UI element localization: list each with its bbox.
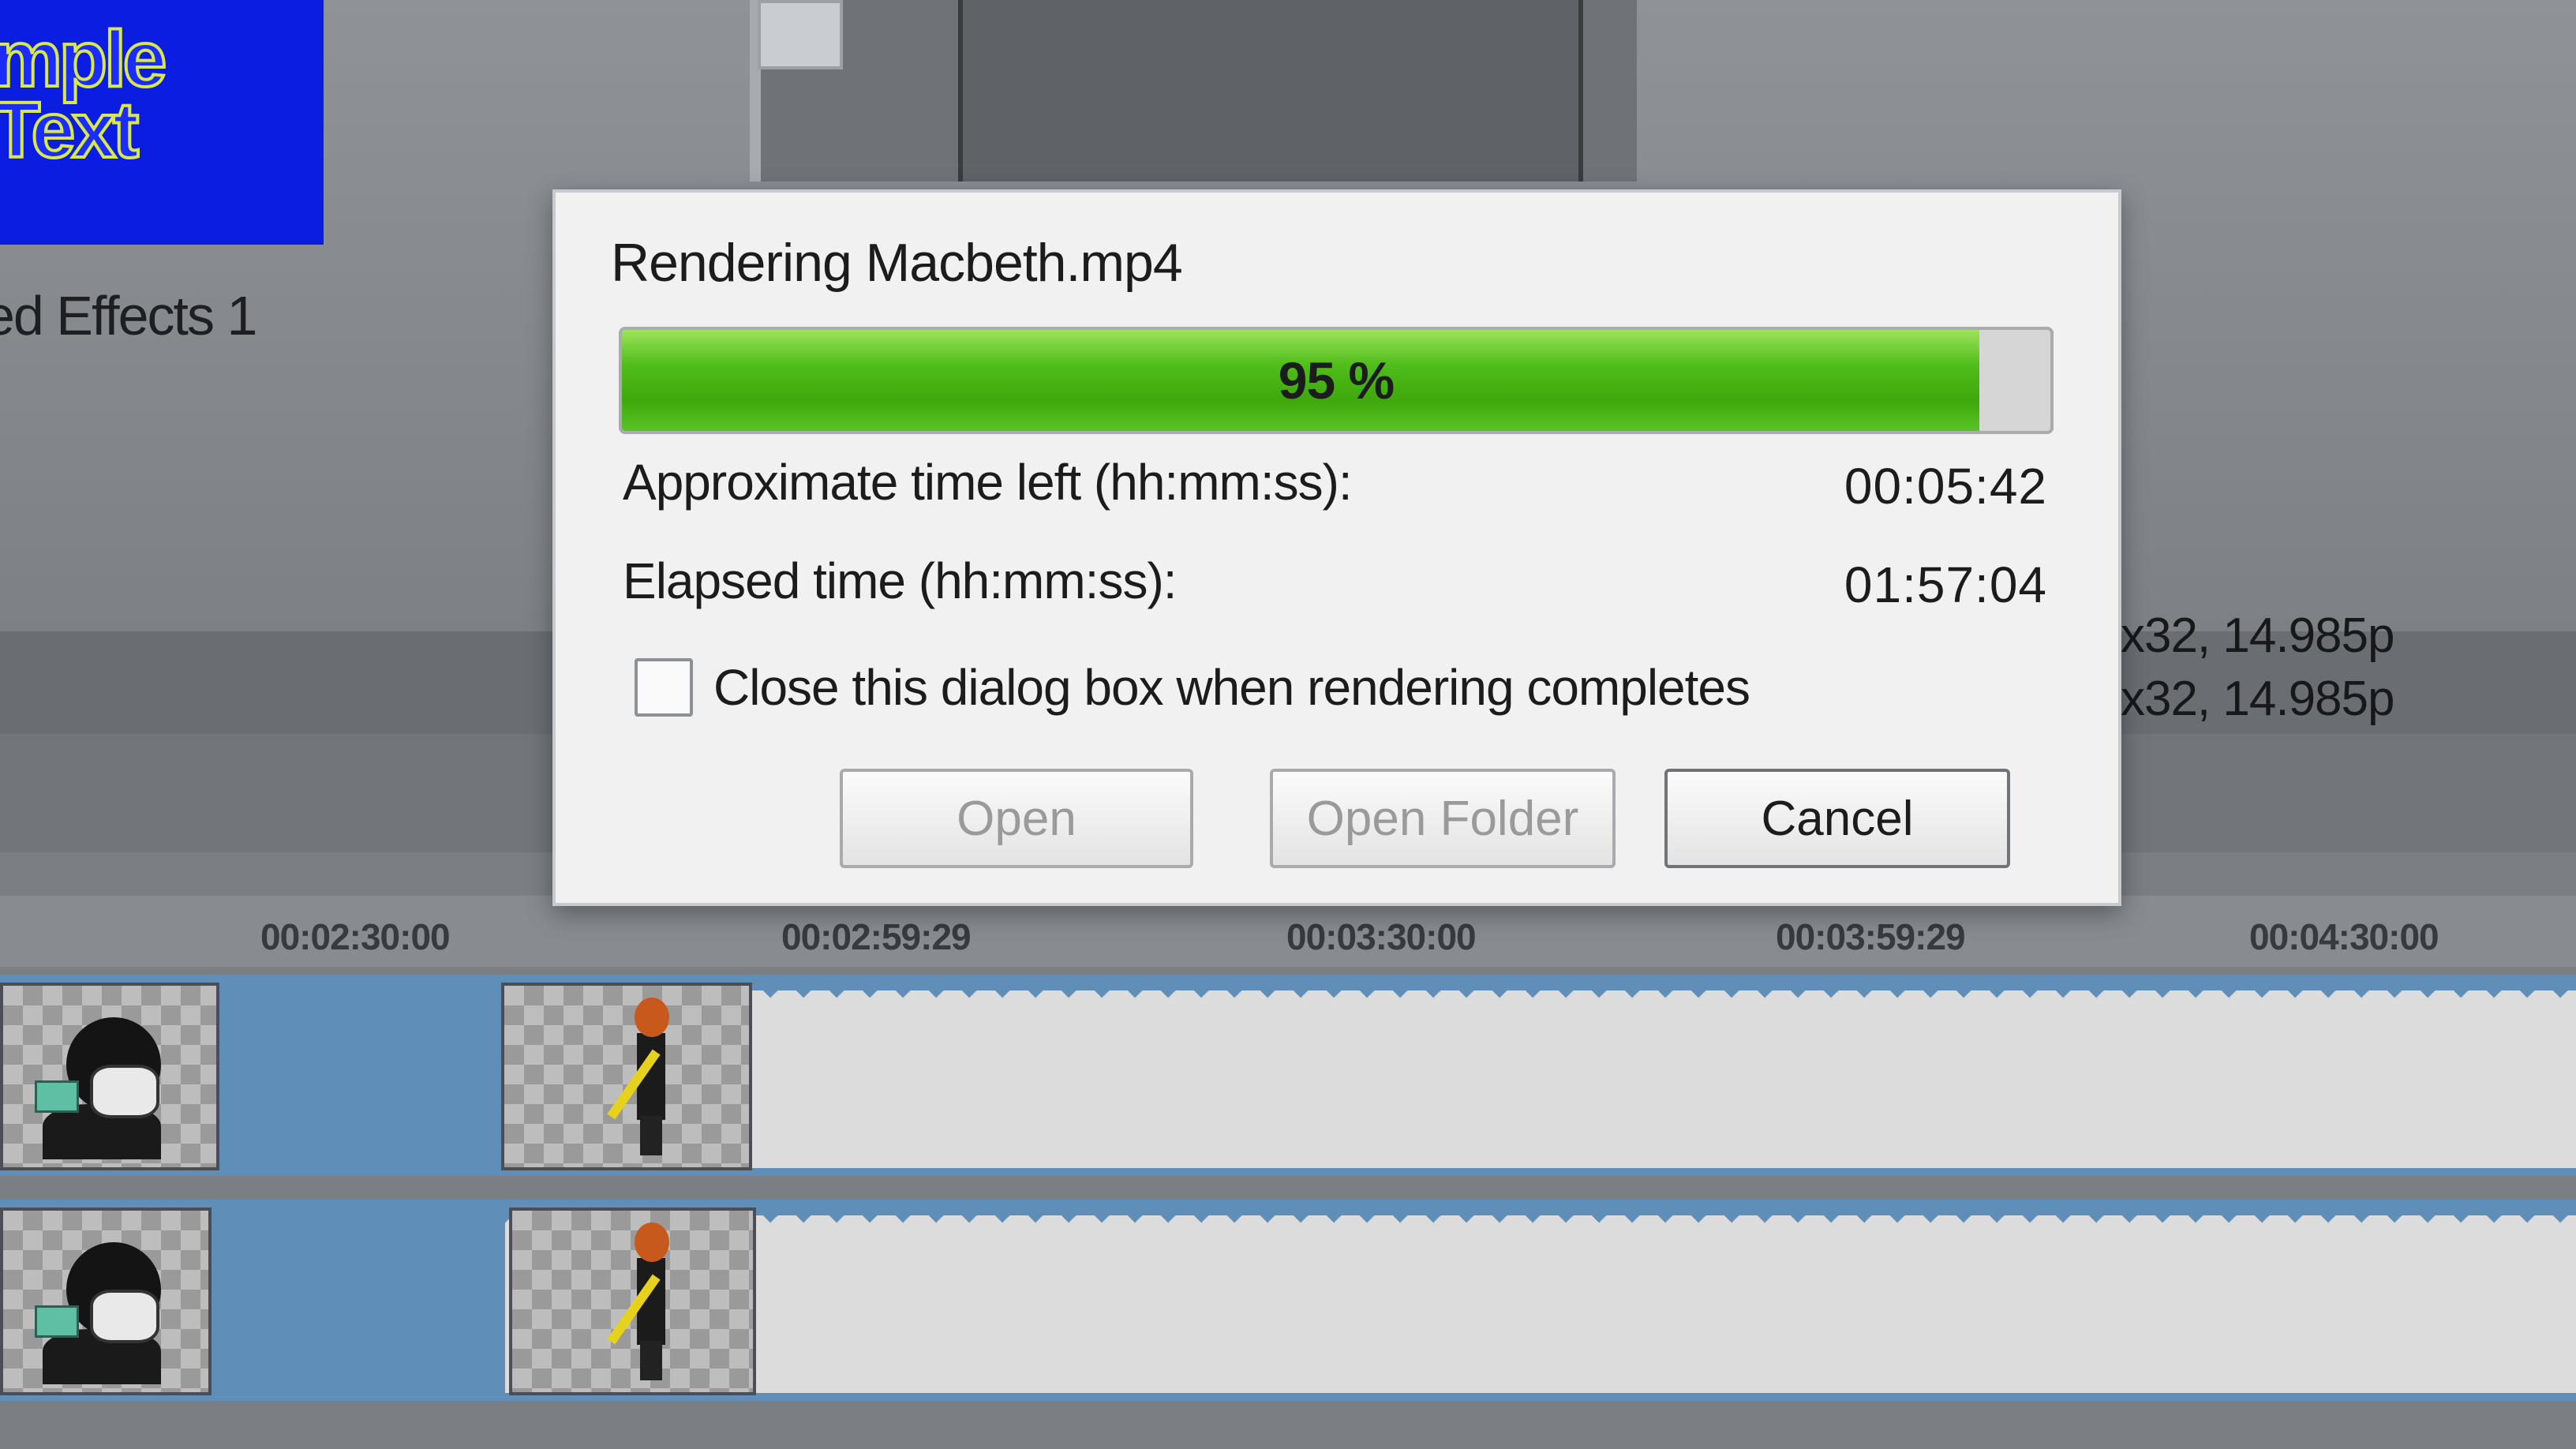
- ruler-tick-label: 00:03:59:29: [1776, 916, 1966, 957]
- track-envelope: [505, 1209, 2576, 1231]
- clip-thumbnail-face: [35, 1242, 161, 1384]
- open-button[interactable]: Open: [840, 769, 1193, 868]
- timeline-track[interactable]: [0, 975, 2576, 1176]
- clip-thumbnail-figure: [607, 998, 678, 1155]
- thumbnail-text: mple Text: [0, 15, 168, 174]
- ruler-tick-label: 00:02:30:00: [260, 916, 451, 957]
- timeline-clip[interactable]: [0, 1208, 212, 1395]
- render-progress-bar: 95 %: [619, 327, 2054, 434]
- elapsed-time-value: 01:57:04: [1844, 556, 2047, 613]
- close-when-done-checkbox[interactable]: [635, 658, 693, 717]
- time-left-value: 00:05:42: [1844, 458, 2047, 515]
- time-left-label: Approximate time left (hh:mm:ss):: [623, 454, 1353, 511]
- elapsed-time-label: Elapsed time (hh:mm:ss):: [623, 552, 1178, 609]
- ruler-tick-label: 00:04:30:00: [2249, 916, 2439, 957]
- close-when-done-label[interactable]: Close this dialog box when rendering com…: [713, 658, 1750, 717]
- preview-inner: [958, 0, 1583, 182]
- clip-thumbnail-figure: [607, 1222, 678, 1380]
- ruler-tick-label: 00:02:59:29: [781, 916, 972, 957]
- progress-percent-label: 95 %: [1278, 351, 1395, 410]
- track-lane: [505, 1215, 2576, 1393]
- effects-label: ed Effects 1: [0, 285, 257, 346]
- track-lane: [505, 990, 2576, 1168]
- scrollbar-handle[interactable]: [758, 0, 843, 69]
- clip-thumbnail-face: [35, 1017, 161, 1159]
- open-folder-button[interactable]: Open Folder: [1270, 769, 1616, 868]
- timeline-clip[interactable]: [501, 983, 752, 1170]
- dialog-title: Rendering Macbeth.mp4: [611, 233, 1183, 293]
- timeline-track[interactable]: [0, 1200, 2576, 1401]
- render-progress-dialog: Rendering Macbeth.mp4 95 % Approximate t…: [552, 189, 2121, 906]
- ruler-tick-label: 00:03:30:00: [1286, 916, 1477, 957]
- timeline-clip[interactable]: [509, 1208, 756, 1395]
- preview-frame: [750, 0, 1637, 182]
- timeline-clip[interactable]: [0, 983, 219, 1170]
- cancel-button[interactable]: Cancel: [1664, 769, 2010, 868]
- media-thumbnail[interactable]: mple Text: [0, 0, 324, 245]
- track-envelope: [505, 984, 2576, 1006]
